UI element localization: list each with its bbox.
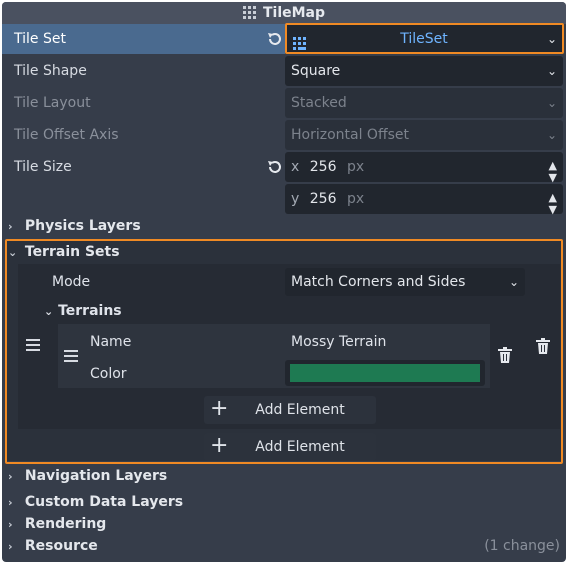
- tile-size-x-unit: px: [346, 159, 365, 175]
- color-swatch: [290, 364, 480, 382]
- chevron-down-icon: ⌄: [546, 64, 557, 78]
- tile-size-x-field[interactable]: x 256 px ▲ ▼: [285, 152, 563, 184]
- chevron-down-icon: ⌄: [8, 246, 18, 259]
- tile-set-value: TileSet: [400, 31, 448, 47]
- terrain-sets-label: Terrain Sets: [24, 244, 120, 260]
- tile-size-y-unit: px: [346, 191, 365, 207]
- tile-offset-axis-value: Horizontal Offset: [291, 127, 409, 143]
- chevron-right-icon: ›: [8, 518, 13, 531]
- trash-icon[interactable]: [497, 347, 513, 363]
- color-picker-button[interactable]: [285, 360, 485, 386]
- custom-data-layers-section[interactable]: › Custom Data Layers: [2, 491, 566, 513]
- physics-layers-section[interactable]: › Physics Layers: [2, 215, 566, 237]
- tile-shape-label: Tile Shape: [14, 63, 87, 79]
- tilemap-icon: [242, 6, 257, 20]
- tile-set-field[interactable]: TileSet ⌄: [285, 24, 563, 54]
- name-field[interactable]: Mossy Terrain: [285, 328, 485, 356]
- spinner-icon[interactable]: ▲ ▼: [549, 192, 557, 216]
- chevron-down-icon: ⌄: [546, 96, 557, 110]
- terrains-subsection[interactable]: ⌄ Terrains: [44, 300, 122, 323]
- mode-label: Mode: [52, 274, 91, 290]
- resource-label: Resource: [24, 538, 98, 554]
- chevron-right-icon: ›: [8, 220, 13, 233]
- mode-select[interactable]: Match Corners and Sides ⌄: [285, 268, 525, 296]
- chevron-down-icon: ⌄: [546, 32, 557, 46]
- plus-icon: +: [210, 396, 229, 421]
- inspector-panel: TileMap Tile Set TileSet ⌄ Tile Shape Sq…: [2, 2, 566, 562]
- tile-size-label: Tile Size: [14, 159, 72, 175]
- revert-icon[interactable]: [266, 159, 282, 175]
- tile-size-y-field[interactable]: y 256 px ▲ ▼: [285, 184, 563, 216]
- tile-set-label: Tile Set: [14, 31, 66, 47]
- add-element-label: Add Element: [255, 439, 345, 455]
- rendering-section[interactable]: › Rendering: [2, 513, 566, 535]
- custom-data-layers-label: Custom Data Layers: [24, 494, 184, 510]
- chevron-down-icon: ⌄: [44, 305, 54, 318]
- chevron-right-icon: ›: [8, 496, 13, 509]
- header-title: TileMap: [262, 5, 326, 21]
- resource-change-note: (1 change): [484, 538, 560, 554]
- revert-icon[interactable]: [266, 31, 282, 47]
- tile-layout-select[interactable]: Stacked ⌄: [285, 88, 563, 118]
- tile-size-y-label: y: [291, 191, 300, 207]
- drag-handle-icon[interactable]: [26, 339, 40, 351]
- tile-layout-label: Tile Layout: [14, 95, 91, 111]
- terrains-label: Terrains: [58, 303, 122, 319]
- chevron-down-icon: ⌄: [508, 275, 519, 289]
- tileset-icon: [293, 32, 307, 50]
- tile-shape-select[interactable]: Square ⌄: [285, 56, 563, 86]
- chevron-down-icon: ⌄: [546, 128, 557, 142]
- name-label: Name: [90, 334, 132, 350]
- tile-size-y-value: 256: [309, 191, 337, 207]
- navigation-layers-section[interactable]: › Navigation Layers: [2, 465, 566, 487]
- add-element-label: Add Element: [255, 402, 345, 418]
- add-terrain-button[interactable]: + Add Element: [204, 396, 376, 424]
- rendering-label: Rendering: [24, 516, 107, 532]
- tile-layout-value: Stacked: [291, 95, 347, 111]
- plus-icon: +: [210, 433, 229, 458]
- tile-shape-value: Square: [291, 63, 341, 79]
- chevron-right-icon: ›: [8, 540, 13, 553]
- tile-offset-axis-label: Tile Offset Axis: [14, 127, 119, 143]
- tile-offset-axis-select[interactable]: Horizontal Offset ⌄: [285, 120, 563, 150]
- tile-size-x-value: 256: [309, 159, 337, 175]
- physics-layers-label: Physics Layers: [24, 218, 141, 234]
- tilemap-header: TileMap: [2, 2, 566, 24]
- mode-value: Match Corners and Sides: [291, 274, 466, 290]
- resource-section[interactable]: › Resource: [2, 535, 566, 557]
- trash-icon[interactable]: [535, 338, 551, 354]
- color-label: Color: [90, 366, 127, 382]
- tile-size-x-label: x: [291, 159, 300, 175]
- add-terrain-set-button[interactable]: + Add Element: [204, 433, 376, 461]
- chevron-right-icon: ›: [8, 470, 13, 483]
- terrain-sets-section[interactable]: ⌄ Terrain Sets: [2, 241, 566, 263]
- navigation-layers-label: Navigation Layers: [24, 468, 168, 484]
- spinner-icon[interactable]: ▲ ▼: [549, 160, 557, 184]
- drag-handle-icon[interactable]: [64, 350, 78, 362]
